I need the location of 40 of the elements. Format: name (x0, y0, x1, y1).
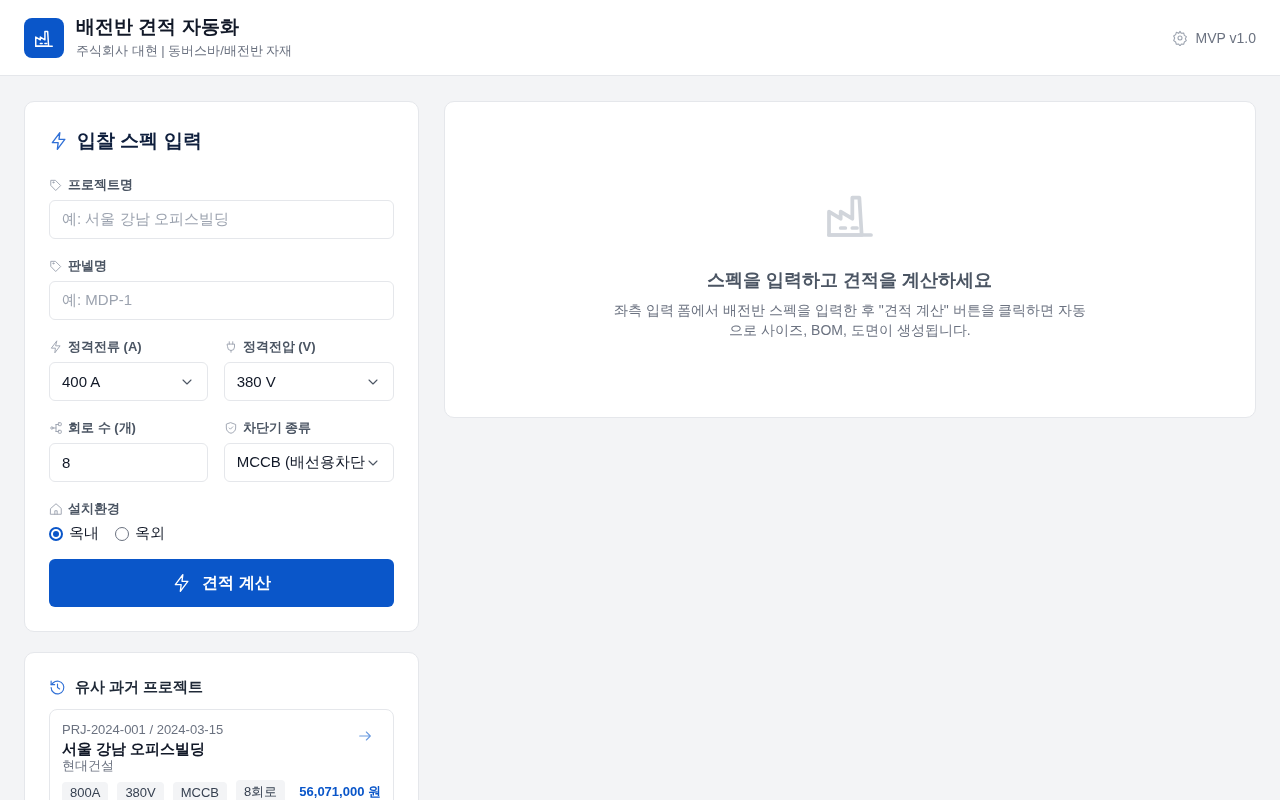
dropdown[interactable]: 400 A (49, 362, 208, 401)
app-title: 배전반 견적 자동화 (76, 15, 240, 39)
field-label: 설치환경 (68, 500, 120, 518)
spec-tag: 380V (117, 781, 164, 800)
field-label: 정격전압 (V) (242, 338, 316, 356)
spec-tag: 800A (62, 781, 109, 800)
field-label: 회로 수 (개) (68, 419, 136, 437)
empty-title: 스펙을 입력하고 견적을 계산하세요 (707, 269, 993, 292)
field-label: 차단기 종류 (242, 419, 312, 437)
form-title: 입찰 스펙 입력 (77, 129, 202, 153)
dropdown[interactable]: MCCB (배선용차단 (223, 443, 394, 482)
history-icon (49, 678, 66, 696)
field-label: 정격전류 (A) (68, 338, 142, 356)
field-label: 판넬명 (68, 257, 107, 275)
radio-label[interactable]: 옥내 (69, 524, 99, 543)
shield-icon (223, 421, 238, 435)
radio-button[interactable] (49, 526, 63, 541)
arrow-right-icon (357, 728, 373, 744)
number-field[interactable]: 8 (49, 443, 208, 482)
nodes-icon (49, 421, 63, 435)
settings-icon (1171, 29, 1188, 46)
project-name: 서울 강남 오피스빌딩 (62, 739, 207, 758)
tag-icon (49, 178, 63, 192)
calculate-button[interactable]: 견적 계산 (49, 559, 394, 607)
project-card[interactable]: PRJ-2024-001 / 2024-03-15 서울 강남 오피스빌딩 현대건설 800A 380V MCCB 8회로 56,071,000 원 (49, 709, 394, 800)
version-label: MVP v1.0 (1195, 29, 1256, 46)
empty-message: 좌측 입력 폼에서 배전반 스펙을 입력한 후 "견적 계산" 버튼을 클릭하면 자동으로 사이즈, BOM, 도면이 생성됩니다. (612, 301, 1088, 340)
project-meta: PRJ-2024-001 / 2024-03-15 (62, 722, 224, 738)
field-label: 프로젝트명 (68, 176, 133, 194)
spec-tag: MCCB (172, 781, 228, 800)
tag-icon (49, 259, 63, 273)
lightning-icon (49, 340, 63, 354)
spec-tag: 8회로 (236, 780, 286, 800)
section-title: 유사 과거 프로젝트 (75, 677, 204, 697)
project-price: 56,071,000 원 (299, 783, 381, 800)
client-name: 현대건설 (62, 758, 115, 774)
app-subtitle: 주식회사 대현 | 동버스바/배전반 자재 (76, 42, 293, 60)
dropdown[interactable]: 380 V (223, 362, 394, 401)
radio-label[interactable]: 옥외 (135, 524, 165, 543)
house-icon (49, 502, 63, 516)
